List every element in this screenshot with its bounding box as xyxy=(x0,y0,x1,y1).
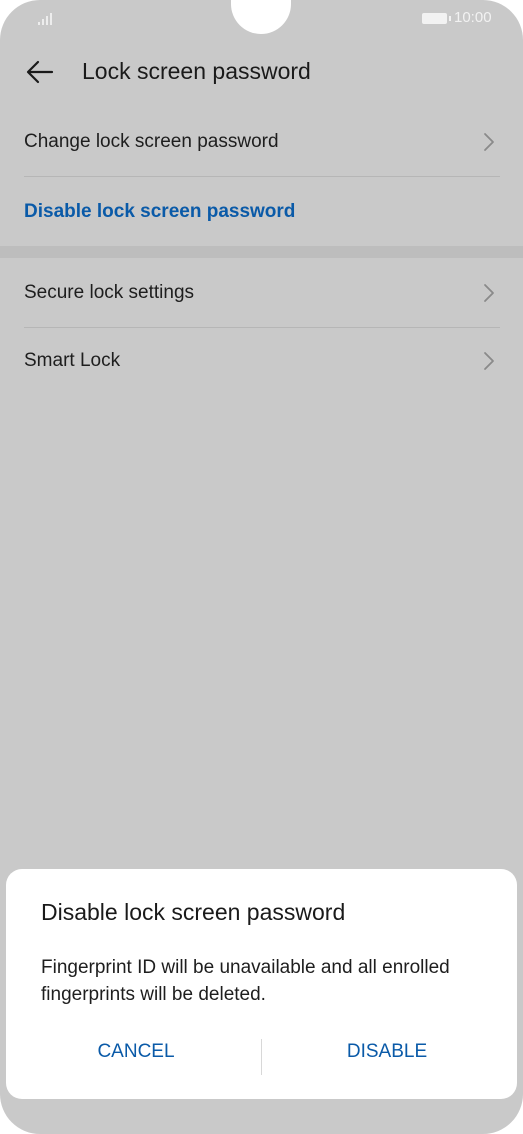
change-password-label: Change lock screen password xyxy=(24,131,279,152)
dialog-message: Fingerprint ID will be unavailable and a… xyxy=(41,957,450,1005)
battery-icon xyxy=(422,13,451,24)
back-button[interactable] xyxy=(24,56,56,88)
confirm-dialog: Disable lock screen password Fingerprint… xyxy=(6,869,517,1099)
arrow-left-icon xyxy=(26,60,54,84)
cancel-button[interactable]: CANCEL xyxy=(11,1041,261,1063)
app-header: Lock screen password xyxy=(0,40,523,104)
smart-lock-item[interactable]: Smart Lock xyxy=(0,328,523,396)
status-bar: 10:00 xyxy=(0,0,523,40)
signal-icon xyxy=(38,11,58,25)
chevron-right-icon xyxy=(484,133,494,151)
change-password-item[interactable]: Change lock screen password xyxy=(0,106,523,176)
section-separator xyxy=(0,246,523,258)
status-time: 10:00 xyxy=(454,9,492,26)
secure-lock-label: Secure lock settings xyxy=(24,282,195,303)
page-title: Lock screen password xyxy=(82,58,311,84)
disable-password-item[interactable]: Disable lock screen password xyxy=(0,177,523,246)
chevron-right-icon xyxy=(484,284,494,302)
disable-button[interactable]: DISABLE xyxy=(262,1041,512,1063)
chevron-right-icon xyxy=(484,352,494,370)
disable-password-label: Disable lock screen password xyxy=(24,201,296,222)
smart-lock-label: Smart Lock xyxy=(24,350,121,371)
phone-screen: 10:00 Lock screen password Change lock s… xyxy=(0,0,523,1134)
camera-notch xyxy=(231,0,291,34)
dialog-title: Disable lock screen password xyxy=(41,899,346,925)
secure-lock-item[interactable]: Secure lock settings xyxy=(0,258,523,327)
